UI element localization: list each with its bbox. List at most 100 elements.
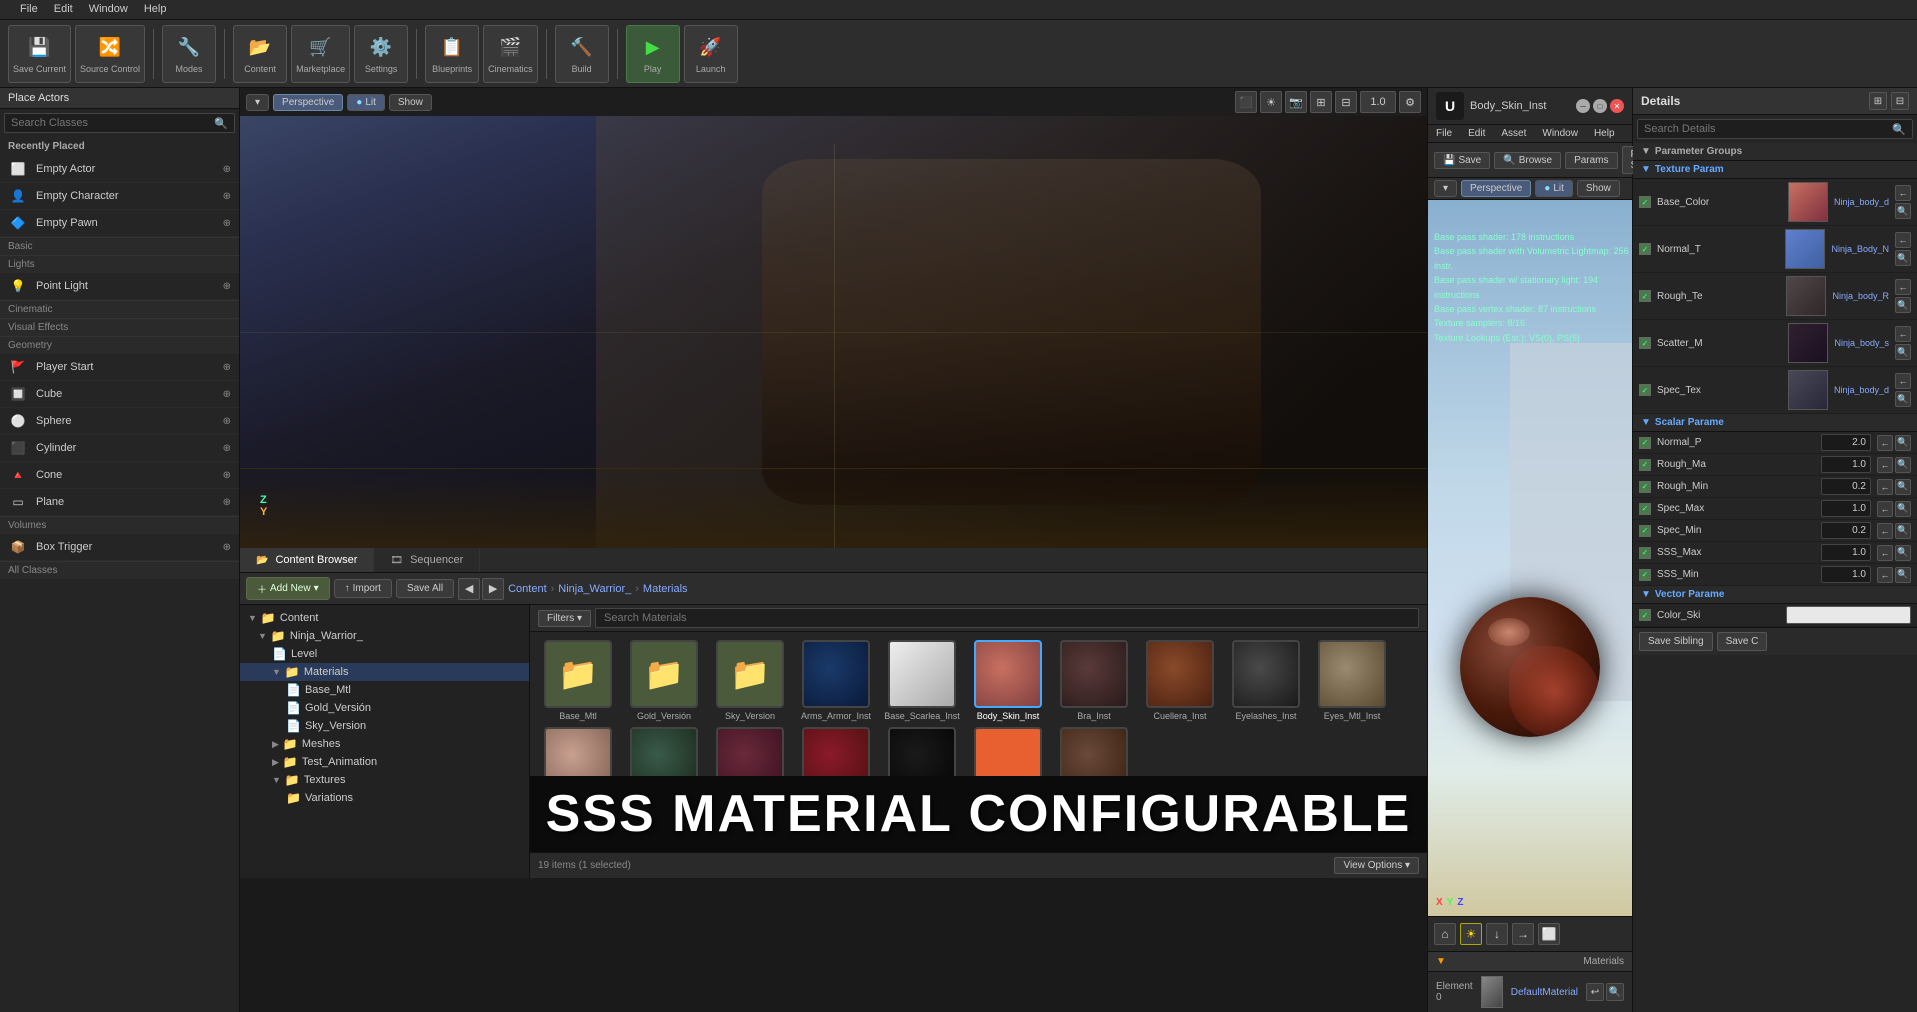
list-item[interactable]: SSS_Ninja_Warrior xyxy=(968,727,1048,776)
cb-forward-btn[interactable]: ▶ xyxy=(482,578,504,600)
actor-item-sphere[interactable]: ⚪ Sphere ⊕ xyxy=(0,408,239,435)
scalar-cb-0[interactable]: ✓ xyxy=(1639,437,1651,449)
category-volumes[interactable]: Volumes xyxy=(0,516,239,534)
mat-perspective-btn[interactable]: Perspective xyxy=(1461,180,1531,197)
tex-link-base-color[interactable]: Ninja_body_d xyxy=(1834,197,1889,207)
scalar-val-3[interactable]: 1.0 xyxy=(1821,500,1871,517)
search-classes-input[interactable] xyxy=(5,114,208,132)
list-item[interactable]: Eyes_Mtl_Inst xyxy=(1312,640,1392,721)
tex-action-arrow-0[interactable]: ← xyxy=(1895,185,1911,201)
list-item[interactable]: 📁 Gold_Versión xyxy=(624,640,704,721)
box-trigger-add[interactable]: ⊕ xyxy=(223,542,231,553)
tab-content-browser[interactable]: 📂 Content Browser xyxy=(240,548,374,572)
breadcrumb-content[interactable]: Content xyxy=(508,583,547,595)
tree-item-level[interactable]: 📄 Level xyxy=(240,645,529,663)
list-item[interactable]: Body_Skin_Inst xyxy=(968,640,1048,721)
mat-browse-button[interactable]: 🔍 Browse xyxy=(1494,152,1561,169)
tex-cb-spec[interactable]: ✓ xyxy=(1639,384,1651,396)
build-button[interactable]: 🔨 Build xyxy=(555,25,609,83)
tex-link-scatter[interactable]: Ninja_body_s xyxy=(1834,338,1889,348)
scalar-val-6[interactable]: 1.0 xyxy=(1821,566,1871,583)
list-item[interactable]: Arms_Armor_Inst xyxy=(796,640,876,721)
tree-item-textures[interactable]: ▼ 📁 Textures xyxy=(240,771,529,789)
tex-action-search-4[interactable]: 🔍 xyxy=(1895,391,1911,407)
tree-item-gold[interactable]: 📄 Gold_Versión xyxy=(240,699,529,717)
scalar-reset-5[interactable]: ← xyxy=(1877,545,1893,561)
mat-menu-help[interactable]: Help xyxy=(1586,125,1623,142)
scalar-cb-5[interactable]: ✓ xyxy=(1639,547,1651,559)
scalar-cb-3[interactable]: ✓ xyxy=(1639,503,1651,515)
tex-cb-normal[interactable]: ✓ xyxy=(1639,243,1651,255)
tex-thumb-rough[interactable] xyxy=(1786,276,1826,316)
scalar-search-1[interactable]: 🔍 xyxy=(1895,457,1911,473)
tex-action-arrow-3[interactable]: ← xyxy=(1895,326,1911,342)
list-item[interactable]: Cuellera_Inst xyxy=(1140,640,1220,721)
mat-menu-window[interactable]: Window xyxy=(1534,125,1586,142)
menu-item-help[interactable]: Help xyxy=(136,3,175,15)
tex-action-search-3[interactable]: 🔍 xyxy=(1895,344,1911,360)
viewport-icon-6[interactable]: ⚙ xyxy=(1399,91,1421,113)
mat-icon-right[interactable]: → xyxy=(1512,923,1534,945)
sphere-add[interactable]: ⊕ xyxy=(223,416,231,427)
list-item[interactable]: Base_Scarlea_Inst xyxy=(882,640,962,721)
scalar-cb-1[interactable]: ✓ xyxy=(1639,459,1651,471)
mat-menu-file[interactable]: File xyxy=(1428,125,1460,142)
mat-row-btn-1[interactable]: ↩ xyxy=(1586,983,1604,1001)
settings-button[interactable]: ⚙️ Settings xyxy=(354,25,408,83)
scalar-search-0[interactable]: 🔍 xyxy=(1895,435,1911,451)
viewport-dropdown-btn[interactable]: ▾ xyxy=(246,94,269,111)
minimize-button[interactable]: ─ xyxy=(1576,99,1590,113)
viewport-icon-1[interactable]: ⬛ xyxy=(1235,91,1257,113)
mat-lit-btn[interactable]: ● Lit xyxy=(1535,180,1573,197)
modes-button[interactable]: 🔧 Modes xyxy=(162,25,216,83)
mat-row-btn-2[interactable]: 🔍 xyxy=(1606,983,1624,1001)
import-button[interactable]: ↑ Import xyxy=(334,579,392,598)
viewport-icon-2[interactable]: ☀ xyxy=(1260,91,1282,113)
marketplace-button[interactable]: 🛒 Marketplace xyxy=(291,25,350,83)
view-options-button[interactable]: View Options ▾ xyxy=(1334,857,1419,874)
menu-item-edit[interactable]: Edit xyxy=(46,3,81,15)
list-item[interactable]: Shadow_Eyes_Inst xyxy=(882,727,962,776)
tex-thumb-spec[interactable] xyxy=(1788,370,1828,410)
menu-item-window[interactable]: Window xyxy=(81,3,136,15)
actor-item-cylinder[interactable]: ⬛ Cylinder ⊕ xyxy=(0,435,239,462)
tex-cb-rough[interactable]: ✓ xyxy=(1639,290,1651,302)
plane-add[interactable]: ⊕ xyxy=(223,497,231,508)
vector-color-swatch-0[interactable] xyxy=(1786,606,1911,624)
tex-cb-base-color[interactable]: ✓ xyxy=(1639,196,1651,208)
menu-item-file[interactable]: File xyxy=(12,3,46,15)
point-light-add[interactable]: ⊕ xyxy=(223,281,231,292)
scalar-search-6[interactable]: 🔍 xyxy=(1895,567,1911,583)
category-visual-effects[interactable]: Visual Effects xyxy=(0,318,239,336)
save-current-button[interactable]: 💾 Save Current xyxy=(8,25,71,83)
list-item[interactable]: Bra_Inst xyxy=(1054,640,1134,721)
cb-back-btn[interactable]: ◀ xyxy=(458,578,480,600)
viewport-icon-4[interactable]: ⊞ xyxy=(1310,91,1332,113)
list-item[interactable]: 📁 Sky_Version xyxy=(710,640,790,721)
maximize-button[interactable]: □ xyxy=(1593,99,1607,113)
launch-button[interactable]: 🚀 Launch xyxy=(684,25,738,83)
actor-item-player-start[interactable]: 🚩 Player Start ⊕ xyxy=(0,354,239,381)
tex-action-arrow-1[interactable]: ← xyxy=(1895,232,1911,248)
tree-item-ninja[interactable]: ▼ 📁 Ninja_Warrior_ xyxy=(240,627,529,645)
search-icon[interactable]: 🔍 xyxy=(208,115,234,132)
scalar-cb-2[interactable]: ✓ xyxy=(1639,481,1651,493)
param-groups-header[interactable]: ▼ Parameter Groups xyxy=(1633,143,1917,161)
actor-item-point-light[interactable]: 💡 Point Light ⊕ xyxy=(0,273,239,300)
tex-action-arrow-2[interactable]: ← xyxy=(1895,279,1911,295)
save-c-button[interactable]: Save C xyxy=(1717,632,1768,651)
tex-link-rough[interactable]: Ninja_body_R xyxy=(1832,291,1889,301)
actor-item-cone[interactable]: 🔺 Cone ⊕ xyxy=(0,462,239,489)
empty-pawn-add[interactable]: ⊕ xyxy=(223,218,231,229)
content-button[interactable]: 📂 Content xyxy=(233,25,287,83)
scalar-reset-4[interactable]: ← xyxy=(1877,523,1893,539)
cone-add[interactable]: ⊕ xyxy=(223,470,231,481)
play-button[interactable]: ▶ Play xyxy=(626,25,680,83)
tree-item-base-mtl[interactable]: 📄 Base_Mtl xyxy=(240,681,529,699)
category-cinematic[interactable]: Cinematic xyxy=(0,300,239,318)
main-viewport[interactable]: ▾ Perspective ● Lit Show ⬛ ☀ 📷 ⊞ ⊟ 1.0 xyxy=(240,88,1427,548)
scalar-search-5[interactable]: 🔍 xyxy=(1895,545,1911,561)
actor-item-empty-actor[interactable]: ⬜ Empty Actor ⊕ xyxy=(0,156,239,183)
tex-thumb-base-color[interactable] xyxy=(1788,182,1828,222)
scalar-reset-3[interactable]: ← xyxy=(1877,501,1893,517)
